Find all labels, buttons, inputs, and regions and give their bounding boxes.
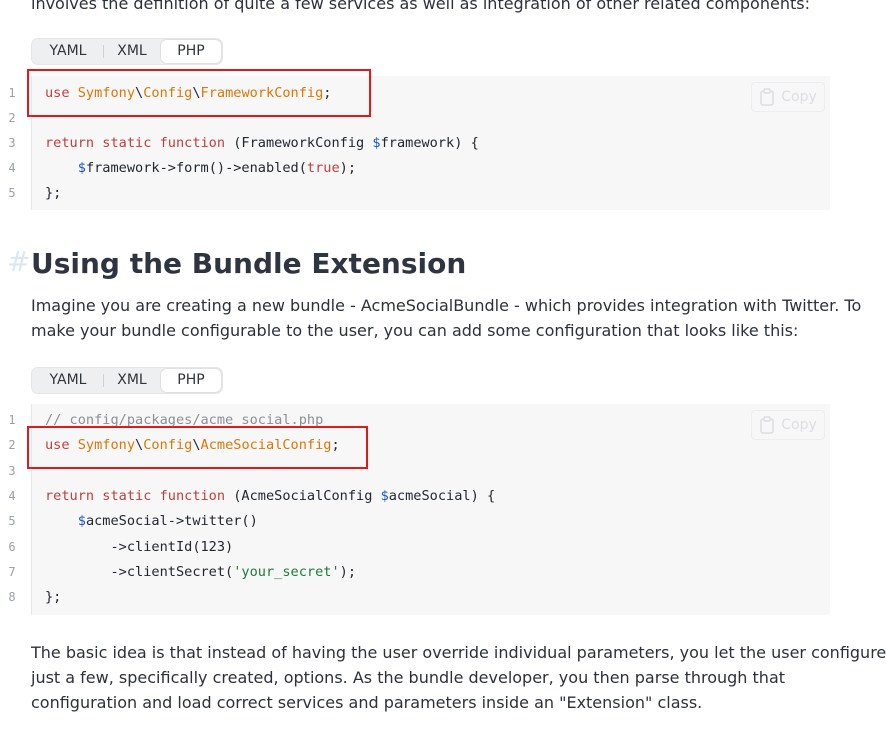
code-token: ; bbox=[323, 85, 332, 101]
paragraph-line: just a few, specifically created, option… bbox=[31, 668, 786, 687]
line-number: 4 bbox=[8, 488, 16, 503]
clipboard-icon bbox=[760, 88, 775, 106]
copy-button[interactable]: Copy bbox=[751, 410, 825, 440]
code-token: ->clientSecret( bbox=[45, 563, 234, 580]
paragraph-line: make your bundle configurable to the use… bbox=[31, 321, 799, 340]
code-token: return static function bbox=[45, 135, 226, 151]
code-token: framework->form()->enabled( bbox=[85, 160, 307, 176]
code-token: true bbox=[306, 160, 340, 176]
code-line: // config/packages/acme_social.php bbox=[45, 412, 323, 428]
code-token: // config/packages/acme_social.php bbox=[45, 412, 324, 428]
clipboard-icon bbox=[760, 416, 775, 434]
code-token: ->clientId(123) bbox=[45, 538, 234, 555]
format-tabs-2: YAML XML PHP bbox=[31, 367, 223, 394]
line-number: 5 bbox=[8, 514, 16, 529]
code-token: $ bbox=[77, 160, 86, 176]
code-line: $acmeSocial->twitter() bbox=[45, 513, 258, 529]
code-token: Symfony bbox=[77, 437, 136, 454]
code-line: ->clientSecret('your_secret'); bbox=[45, 564, 356, 580]
line-number: 1 bbox=[8, 413, 16, 427]
code-token: use bbox=[45, 85, 78, 101]
code-token: ; bbox=[331, 437, 340, 454]
line-number: 8 bbox=[8, 590, 16, 605]
gutter-divider bbox=[31, 404, 32, 615]
gutter-divider bbox=[31, 76, 32, 210]
line-number: 2 bbox=[8, 111, 16, 125]
paragraph-line: Imagine you are creating a new bundle - … bbox=[31, 296, 862, 315]
tab-xml[interactable]: XML bbox=[103, 369, 161, 392]
code-block-2: 1 2 3 4 5 6 7 8 Copy // config/packages/acme_so… bbox=[8, 404, 830, 615]
code-token: FrameworkConfig bbox=[200, 85, 324, 101]
code-line: return static function (FrameworkConfig … bbox=[45, 135, 479, 151]
copy-label: Copy bbox=[781, 89, 817, 105]
code-line: $framework->form()->enabled(true); bbox=[45, 160, 356, 176]
line-number-gutter: 1 2 3 4 5 6 7 8 bbox=[0, 404, 30, 615]
heading-anchor-link[interactable]: # bbox=[7, 245, 30, 278]
line-number: 3 bbox=[8, 136, 16, 150]
paragraph-line: configuration and load correct services … bbox=[31, 693, 703, 712]
code-token: Symfony bbox=[77, 85, 136, 101]
code-line: use Symfony\Config\FrameworkConfig; bbox=[45, 85, 331, 101]
code-token: $ bbox=[380, 487, 389, 504]
code-line: use Symfony\Config\AcmeSocialConfig; bbox=[45, 437, 340, 453]
code-line: return static function (AcmeSocialConfig… bbox=[45, 488, 495, 504]
code-token: $ bbox=[77, 513, 86, 530]
tab-xml[interactable]: XML bbox=[103, 40, 161, 63]
code-token: Config bbox=[143, 437, 193, 454]
code-line: ->clientId(123) bbox=[45, 539, 233, 555]
line-number: 3 bbox=[8, 463, 16, 478]
code-line: }; bbox=[45, 589, 61, 605]
code-token: acmeSocial) { bbox=[388, 487, 496, 504]
code-token: acmeSocial->twitter() bbox=[85, 513, 258, 530]
code-token: (FrameworkConfig bbox=[225, 135, 373, 151]
code-token: \ bbox=[135, 85, 144, 101]
line-number: 2 bbox=[8, 438, 16, 453]
section-heading: Using the Bundle Extension bbox=[31, 247, 467, 280]
tab-yaml[interactable]: YAML bbox=[33, 40, 103, 63]
code-token: use bbox=[45, 437, 78, 454]
code-line: }; bbox=[45, 185, 61, 201]
code-token: 'your_secret' bbox=[233, 563, 340, 580]
line-number: 5 bbox=[8, 186, 16, 200]
paragraph-line: The basic idea is that instead of having… bbox=[31, 643, 886, 662]
copy-button[interactable]: Copy bbox=[751, 82, 825, 112]
tab-yaml[interactable]: YAML bbox=[33, 369, 103, 392]
code-token: (AcmeSocialConfig bbox=[225, 487, 381, 504]
line-number: 6 bbox=[8, 539, 16, 554]
line-number: 7 bbox=[8, 564, 16, 579]
code-token: AcmeSocialConfig bbox=[200, 437, 332, 454]
code-token: Config bbox=[143, 85, 193, 101]
code-token: ); bbox=[339, 563, 357, 580]
line-number: 1 bbox=[8, 86, 16, 100]
code-token: }; bbox=[45, 589, 62, 606]
code-block-1: 12345 Copy use Symfony\Config\FrameworkC… bbox=[8, 76, 830, 210]
code-token: }; bbox=[45, 185, 62, 201]
tab-php[interactable]: PHP bbox=[161, 40, 221, 63]
code-token: $ bbox=[372, 135, 381, 151]
code-token: ); bbox=[339, 160, 357, 176]
code-token: \ bbox=[192, 437, 201, 454]
code-token: \ bbox=[135, 437, 144, 454]
intro-paragraph: involves the definition of quite a few s… bbox=[31, 0, 810, 13]
format-tabs-1: YAML XML PHP bbox=[31, 38, 223, 65]
code-token: return static function bbox=[45, 487, 226, 504]
code-token: \ bbox=[192, 85, 201, 101]
line-number-gutter: 1 2 3 4 5 bbox=[0, 76, 30, 210]
line-number: 4 bbox=[8, 161, 16, 175]
tab-php[interactable]: PHP bbox=[161, 369, 221, 392]
code-token: framework) { bbox=[380, 135, 479, 151]
copy-label: Copy bbox=[781, 417, 817, 433]
